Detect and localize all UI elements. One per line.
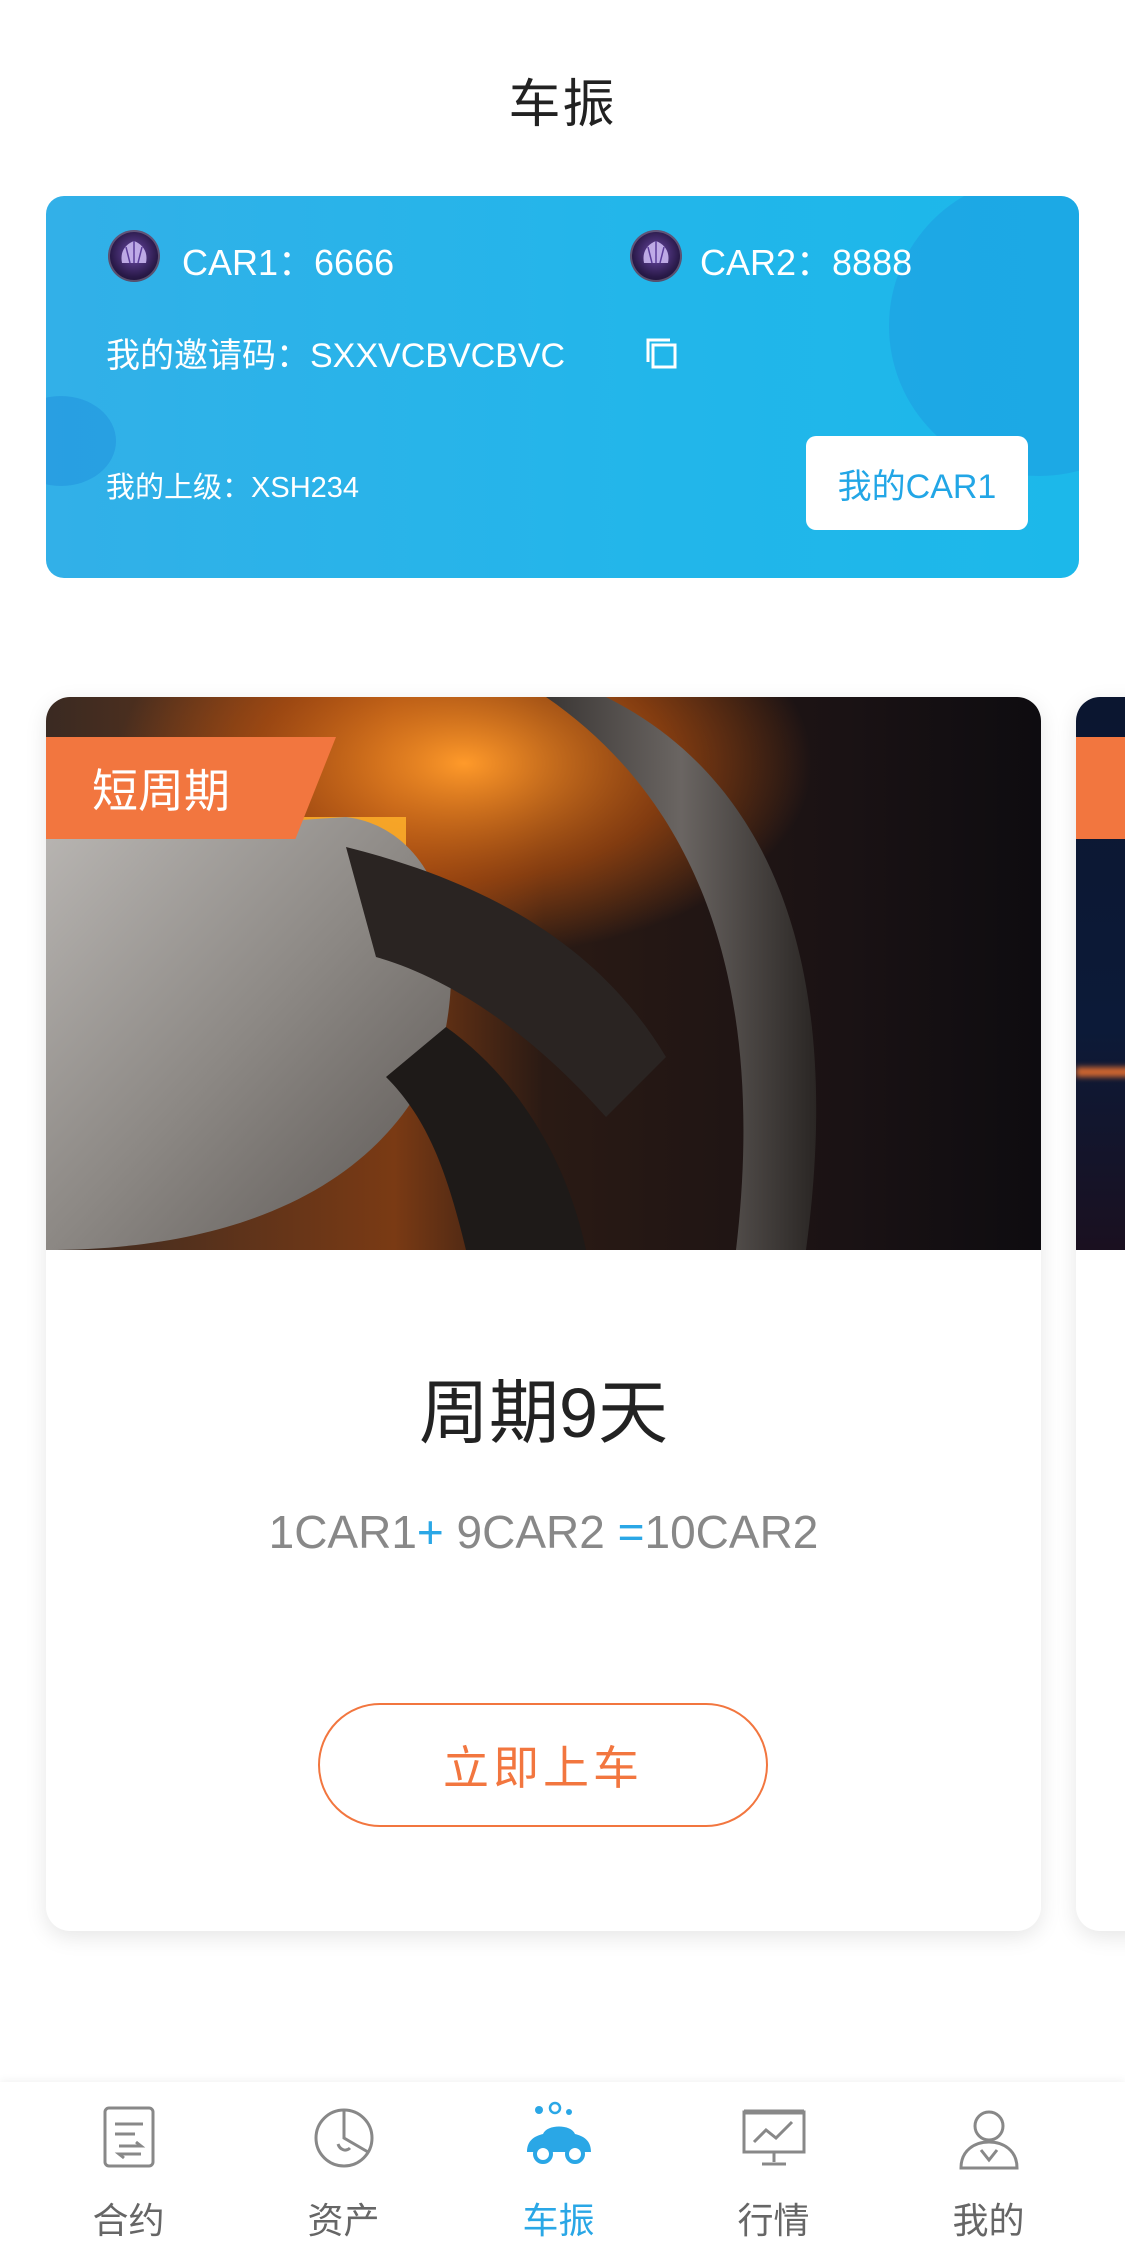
- car1-label: CAR1：: [182, 242, 315, 283]
- plan-title: 周期9天: [419, 1374, 668, 1452]
- formula-term: 9CAR2: [443, 1506, 618, 1558]
- next-card-glow: [1076, 1067, 1125, 1077]
- tab-label: 行情: [737, 2200, 810, 2241]
- tab-market[interactable]: 行情: [661, 2082, 886, 2268]
- tab-contract[interactable]: 合约: [16, 2082, 241, 2268]
- decor-circle: [889, 196, 1079, 476]
- car1-coin-icon: [108, 230, 160, 282]
- car2-coin-icon: [630, 230, 682, 282]
- page-title: 车振: [508, 76, 617, 134]
- formula-equals: =: [617, 1506, 645, 1558]
- tab-assets[interactable]: 资产: [231, 2082, 456, 2268]
- upline-row: 我的上级：XSH234: [106, 464, 359, 506]
- account-banner: CAR1：6666 CAR2：8888 我的邀请码：SXXVCBVCBVC 我的…: [46, 196, 1079, 578]
- car1-balance: CAR1：6666: [182, 234, 394, 286]
- upline-label: 我的上级：: [106, 472, 252, 504]
- bottom-tab-bar: 合约 资产 车振 行情 我的: [0, 2082, 1125, 2268]
- car1-value: 6666: [314, 242, 395, 283]
- upline-value: XSH234: [251, 472, 360, 504]
- tab-label: 我的: [952, 2200, 1025, 2241]
- car2-label: CAR2：: [700, 242, 833, 283]
- user-icon: [958, 2110, 1019, 2170]
- my-car1-button[interactable]: 我的CAR1: [806, 436, 1028, 530]
- tab-label: 合约: [92, 2200, 165, 2241]
- formula-plus: +: [416, 1506, 444, 1558]
- tab-mine[interactable]: 我的: [876, 2082, 1101, 2268]
- car-icon: [526, 2101, 591, 2164]
- board-now-button[interactable]: 立即上车: [318, 1703, 768, 1827]
- plan-formula: 1CAR1+ 9CAR2 =10CAR2: [46, 1505, 1041, 1559]
- invite-label: 我的邀请码：: [106, 337, 310, 375]
- car2-balance: CAR2：8888: [700, 234, 912, 286]
- formula-result: 10CAR2: [644, 1506, 819, 1558]
- short-term-ribbon: 短周期: [46, 737, 336, 839]
- tab-label: 车振: [522, 2200, 595, 2241]
- car2-value: 8888: [832, 242, 913, 283]
- next-card-ribbon: [1076, 737, 1125, 839]
- formula-term: 1CAR1: [268, 1506, 417, 1558]
- pie-chart-icon: [314, 2108, 373, 2168]
- invite-code: SXXVCBVCBVC: [310, 337, 566, 375]
- market-chart-icon: [742, 2109, 805, 2166]
- invite-code-row: 我的邀请码：SXXVCBVCBVC: [106, 328, 565, 377]
- copy-icon[interactable]: [644, 336, 680, 372]
- next-plan-card[interactable]: [1076, 697, 1125, 1931]
- plan-card[interactable]: 短周期 周期9天 1CAR1+ 9CAR2 =10CAR2 立即上车: [46, 697, 1041, 1931]
- tab-label: 资产: [307, 2200, 380, 2241]
- contract-icon: [103, 2106, 154, 2168]
- tab-car-vibe[interactable]: 车振: [446, 2082, 671, 2268]
